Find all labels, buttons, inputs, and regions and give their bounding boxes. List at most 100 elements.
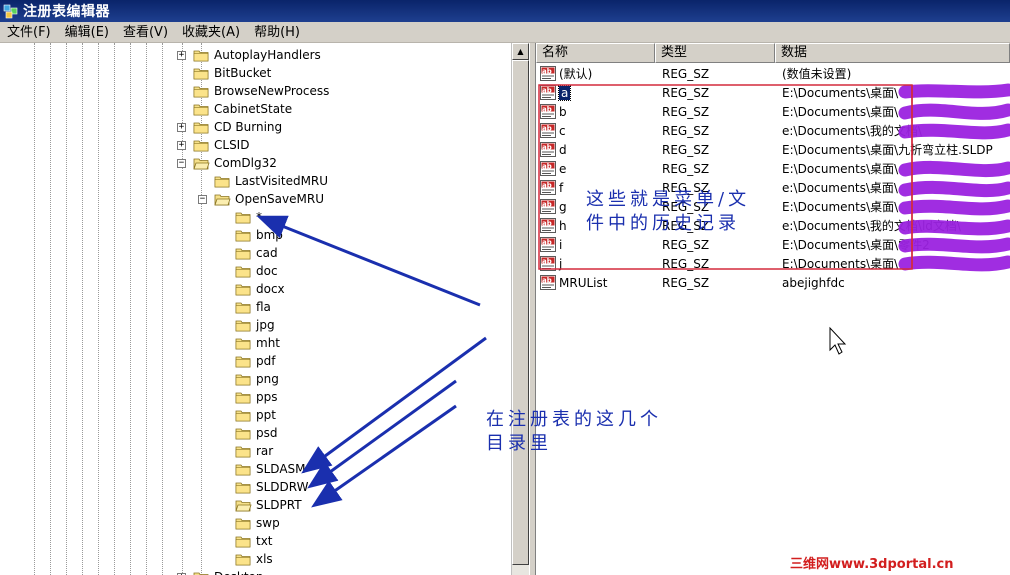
folder-icon xyxy=(235,211,252,224)
collapse-icon[interactable]: − xyxy=(198,195,207,204)
tree-node[interactable]: SLDPRT xyxy=(235,496,302,514)
tree-node[interactable]: pps xyxy=(235,388,278,406)
pane-splitter[interactable] xyxy=(529,43,536,575)
registry-note-line1: 在注册表的这几个 xyxy=(486,409,662,430)
folder-icon xyxy=(193,103,210,116)
tree-node[interactable]: docx xyxy=(235,280,285,298)
scroll-up-arrow-icon[interactable]: ▲ xyxy=(512,43,529,60)
value-name[interactable]: MRUList xyxy=(559,276,607,290)
value-name[interactable]: c xyxy=(559,124,566,138)
tree-guide-line xyxy=(130,43,131,575)
collapse-icon[interactable]: − xyxy=(177,159,186,168)
value-type: REG_SZ xyxy=(662,104,710,119)
tree-node[interactable]: txt xyxy=(235,532,273,550)
tree-node-label: mht xyxy=(256,336,280,350)
value-data: E:\Documents\桌面\ xyxy=(782,200,899,214)
value-name[interactable]: j xyxy=(559,257,562,271)
list-row[interactable]: ab MRUList REG_SZ abejighfdc xyxy=(536,273,1010,292)
menu-file[interactable]: 文件(F) xyxy=(0,22,58,43)
title-bar: 注册表编辑器 xyxy=(0,0,1010,22)
list-row[interactable]: ab e REG_SZ E:\Documents\桌面\ xyxy=(536,159,1010,178)
menu-favorites[interactable]: 收藏夹(A) xyxy=(175,22,247,43)
tree-node[interactable]: bmp xyxy=(235,226,283,244)
watermark: 三维网www.3dportal.cn xyxy=(790,557,954,572)
tree-node[interactable]: OpenSaveMRU xyxy=(214,190,324,208)
string-value-icon: ab xyxy=(540,123,556,138)
tree-node[interactable]: ppt xyxy=(235,406,276,424)
value-name[interactable]: g xyxy=(559,200,567,214)
registry-key-tree[interactable]: + AutoplayHandlers BitBucket BrowseNewProce… xyxy=(0,43,511,575)
list-row[interactable]: ab d REG_SZ E:\Documents\桌面\九折弯立柱.SLDP xyxy=(536,140,1010,159)
tree-node[interactable]: CLSID xyxy=(193,136,249,154)
value-name[interactable]: d xyxy=(559,143,567,157)
value-name[interactable]: b xyxy=(559,105,567,119)
expand-icon[interactable]: + xyxy=(177,51,186,60)
registry-values-list[interactable]: 名称 类型 数据 ab (默认) REG_SZ (数值未设置) ab a REG_SZ E:\… xyxy=(536,43,1010,575)
value-name[interactable]: e xyxy=(559,162,566,176)
history-note-line1: 这些就是菜单/文 xyxy=(586,189,751,210)
value-name[interactable]: h xyxy=(559,219,567,233)
folder-icon xyxy=(214,175,231,188)
tree-node[interactable]: SLDASM xyxy=(235,460,306,478)
scroll-thumb[interactable] xyxy=(512,60,529,565)
column-name-header[interactable]: 名称 xyxy=(536,43,655,63)
list-row[interactable]: ab b REG_SZ E:\Documents\桌面\ xyxy=(536,102,1010,121)
value-data: e:\Documents\我的文档\ xyxy=(782,124,922,138)
tree-node[interactable]: mht xyxy=(235,334,280,352)
tree-node[interactable]: CD Burning xyxy=(193,118,282,136)
folder-icon xyxy=(235,247,252,260)
registry-note: 在注册表的这几个 目录里 xyxy=(486,408,662,456)
value-type: REG_SZ xyxy=(662,275,710,290)
string-value-icon: ab xyxy=(540,237,556,252)
expand-icon[interactable]: + xyxy=(177,141,186,150)
tree-node[interactable]: SLDDRW xyxy=(235,478,309,496)
tree-node[interactable]: pdf xyxy=(235,352,275,370)
tree-node[interactable]: * xyxy=(235,208,262,226)
folder-icon xyxy=(235,283,252,296)
column-data-header[interactable]: 数据 xyxy=(775,43,1010,63)
folder-icon xyxy=(235,319,252,332)
tree-node[interactable]: jpg xyxy=(235,316,275,334)
menu-view[interactable]: 查看(V) xyxy=(116,22,175,43)
tree-node-label: AutoplayHandlers xyxy=(214,48,321,62)
tree-node[interactable]: ComDlg32 xyxy=(193,154,277,172)
list-row[interactable]: ab i REG_SZ E:\Documents\桌面\零件2 xyxy=(536,235,1010,254)
string-value-icon: ab xyxy=(540,161,556,176)
menu-edit[interactable]: 编辑(E) xyxy=(58,22,116,43)
history-note: 这些就是菜单/文 件中的历史记录 xyxy=(586,188,750,236)
list-row[interactable]: ab c REG_SZ e:\Documents\我的文档\ xyxy=(536,121,1010,140)
tree-node[interactable]: png xyxy=(235,370,279,388)
column-type-header[interactable]: 类型 xyxy=(655,43,775,63)
tree-node[interactable]: AutoplayHandlers xyxy=(193,46,321,64)
tree-guide-line xyxy=(98,43,99,575)
tree-node[interactable]: fla xyxy=(235,298,271,316)
tree-node[interactable]: xls xyxy=(235,550,273,568)
tree-node-label: ComDlg32 xyxy=(214,156,277,170)
value-name[interactable]: f xyxy=(559,181,563,195)
svg-text:ab: ab xyxy=(542,219,552,227)
menu-help[interactable]: 帮助(H) xyxy=(247,22,307,43)
string-value-icon: ab xyxy=(540,85,556,100)
tree-node[interactable]: BrowseNewProcess xyxy=(193,82,329,100)
tree-node[interactable]: swp xyxy=(235,514,280,532)
tree-node[interactable]: doc xyxy=(235,262,278,280)
tree-node-label: SLDDRW xyxy=(256,480,309,494)
tree-node[interactable]: LastVisitedMRU xyxy=(214,172,328,190)
tree-node[interactable]: psd xyxy=(235,424,278,442)
list-row[interactable]: ab a REG_SZ E:\Documents\桌面\ xyxy=(536,83,1010,102)
value-name[interactable]: (默认) xyxy=(559,65,592,82)
expand-icon[interactable]: + xyxy=(177,123,186,132)
list-row[interactable]: ab (默认) REG_SZ (数值未设置) xyxy=(536,64,1010,83)
tree-node[interactable]: BitBucket xyxy=(193,64,271,82)
value-name[interactable]: a xyxy=(557,84,572,101)
history-note-line2: 件中的历史记录 xyxy=(586,213,740,234)
tree-node[interactable]: Desktop xyxy=(193,568,264,575)
open-folder-icon xyxy=(214,193,231,206)
tree-node[interactable]: CabinetState xyxy=(193,100,292,118)
tree-node-label: CabinetState xyxy=(214,102,293,116)
tree-node[interactable]: cad xyxy=(235,244,278,262)
value-name[interactable]: i xyxy=(559,238,562,252)
list-row[interactable]: ab j REG_SZ E:\Documents\桌面\ xyxy=(536,254,1010,273)
tree-scrollbar[interactable]: ▲ xyxy=(511,43,529,575)
tree-node[interactable]: rar xyxy=(235,442,273,460)
